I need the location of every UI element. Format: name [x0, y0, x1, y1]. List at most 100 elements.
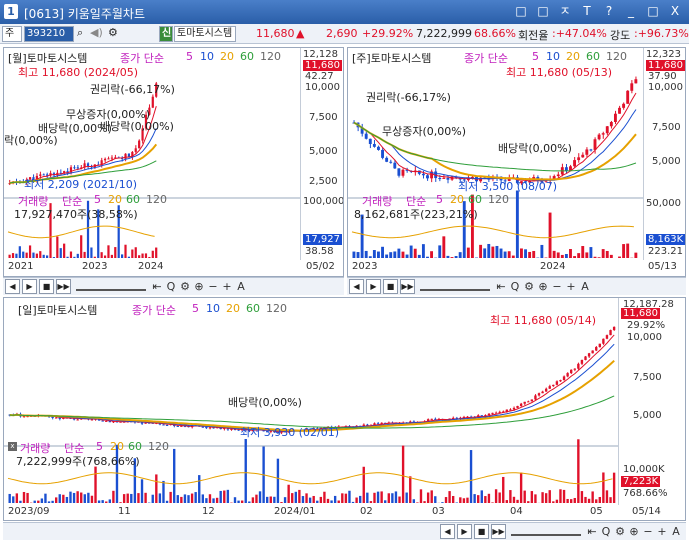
pin-icon[interactable]: ㅈ: [557, 4, 573, 19]
monthly-vol-ma120: 120: [146, 193, 167, 206]
scroll-right-button[interactable]: ▶: [22, 279, 37, 294]
search-icon[interactable]: ⌕: [77, 26, 83, 40]
candle-body: [556, 174, 560, 177]
magnifier-icon[interactable]: Q: [509, 279, 521, 294]
range-icon[interactable]: ⇤: [495, 279, 507, 294]
volume-bar: [605, 490, 609, 503]
monthly-vol-ma20: 20: [108, 193, 122, 206]
scroll-right-button[interactable]: ▶: [457, 524, 472, 539]
volume-bar: [144, 492, 147, 503]
zoom-in-icon[interactable]: +: [656, 524, 668, 539]
market-select[interactable]: 주: [2, 26, 22, 42]
candle-body: [90, 419, 94, 421]
zoom-in-icon[interactable]: +: [221, 279, 233, 294]
copy-icon[interactable]: □: [535, 4, 551, 19]
credit-badge: 신: [159, 26, 173, 42]
volume-bar: [555, 499, 559, 503]
help-icon[interactable]: ?: [601, 4, 617, 19]
minimize-button[interactable]: _: [623, 4, 639, 19]
volume-bar: [28, 245, 32, 258]
zoom-slider[interactable]: [76, 283, 146, 291]
candle-body: [537, 393, 541, 396]
range-icon[interactable]: ⇤: [151, 279, 163, 294]
stop-button[interactable]: ■: [39, 279, 54, 294]
scroll-end-button[interactable]: ▶▶: [400, 279, 415, 294]
zoom-in-icon[interactable]: +: [565, 279, 577, 294]
indicator-icon[interactable]: ⊕: [537, 279, 549, 294]
volume-bar: [273, 496, 276, 503]
monthly-vol-box: 17,927: [303, 234, 342, 245]
candle-body: [570, 369, 573, 374]
volume-bar: [405, 492, 408, 503]
volume-bar: [413, 248, 417, 258]
volume-bar: [532, 250, 536, 258]
zoom-slider[interactable]: [420, 283, 490, 291]
range-icon[interactable]: ⇤: [586, 524, 598, 539]
candle-body: [103, 158, 107, 161]
volume-bar: [505, 500, 509, 503]
close-button[interactable]: X: [667, 4, 683, 19]
speaker-icon[interactable]: ◀): [90, 26, 103, 39]
scroll-left-button[interactable]: ◀: [440, 524, 455, 539]
stop-button[interactable]: ■: [474, 524, 489, 539]
volume-bar: [511, 255, 515, 258]
candle-body: [534, 395, 537, 400]
indicator-icon[interactable]: ⊕: [628, 524, 640, 539]
volume-bar: [417, 254, 421, 258]
volume-bar: [63, 243, 66, 258]
auto-icon[interactable]: A: [235, 279, 247, 294]
daily-x-label-0: 2023/09: [8, 506, 50, 517]
volume-bar: [355, 497, 358, 503]
zoom-out-icon[interactable]: −: [207, 279, 219, 294]
magnifier-icon[interactable]: Q: [600, 524, 612, 539]
volume-bar: [151, 250, 154, 258]
scroll-left-button[interactable]: ◀: [5, 279, 20, 294]
volume-bar: [534, 494, 537, 503]
candle-body: [584, 356, 587, 360]
scroll-end-button[interactable]: ▶▶: [491, 524, 506, 539]
volume-bar: [609, 254, 613, 258]
settings-icon[interactable]: ⚙: [523, 279, 535, 294]
daily-x-label-5: 03: [432, 506, 445, 517]
volume-bar: [580, 491, 584, 503]
close-icon[interactable]: x: [8, 442, 17, 451]
volume-bar: [348, 490, 351, 503]
volume-bar: [591, 491, 594, 503]
stop-button[interactable]: ■: [383, 279, 398, 294]
volume-bar: [441, 502, 444, 503]
settings-icon[interactable]: ⚙: [179, 279, 191, 294]
weekly-vol-y-top: 50,000: [646, 198, 681, 209]
zoom-slider[interactable]: [511, 528, 581, 536]
stock-code-input[interactable]: 393210: [24, 26, 74, 42]
volume-bar: [454, 256, 458, 258]
scroll-left-button[interactable]: ◀: [349, 279, 364, 294]
monthly-price-box: 11,680: [303, 60, 342, 71]
volume-bar: [134, 247, 137, 258]
candle-body: [491, 412, 494, 414]
auto-icon[interactable]: A: [670, 524, 682, 539]
text-icon[interactable]: T: [579, 4, 595, 19]
indicator-icon[interactable]: ⊕: [193, 279, 205, 294]
volume-bar: [93, 256, 96, 258]
volume-bar: [18, 246, 21, 258]
volume-bar: [391, 493, 394, 503]
monthly-y-label-2500: 2,500: [309, 176, 338, 187]
volume-bar: [316, 500, 319, 503]
zoom-out-icon[interactable]: −: [642, 524, 654, 539]
settings-icon[interactable]: ⚙: [108, 26, 118, 39]
volume-bar: [305, 493, 308, 503]
link-icon[interactable]: □: [513, 4, 529, 19]
weekly-ma10: 10: [546, 50, 560, 63]
scroll-end-button[interactable]: ▶▶: [56, 279, 71, 294]
settings-icon[interactable]: ⚙: [614, 524, 626, 539]
magnifier-icon[interactable]: Q: [165, 279, 177, 294]
zoom-out-icon[interactable]: −: [551, 279, 563, 294]
auto-icon[interactable]: A: [579, 279, 591, 294]
maximize-button[interactable]: □: [645, 4, 661, 19]
volume-bar: [384, 500, 387, 503]
monthly-partial-annotation: 락(0,00%): [4, 134, 58, 147]
daily-ma120: 120: [266, 302, 287, 315]
scroll-right-button[interactable]: ▶: [366, 279, 381, 294]
volume-bar: [212, 498, 215, 503]
volume-bar: [330, 500, 333, 503]
